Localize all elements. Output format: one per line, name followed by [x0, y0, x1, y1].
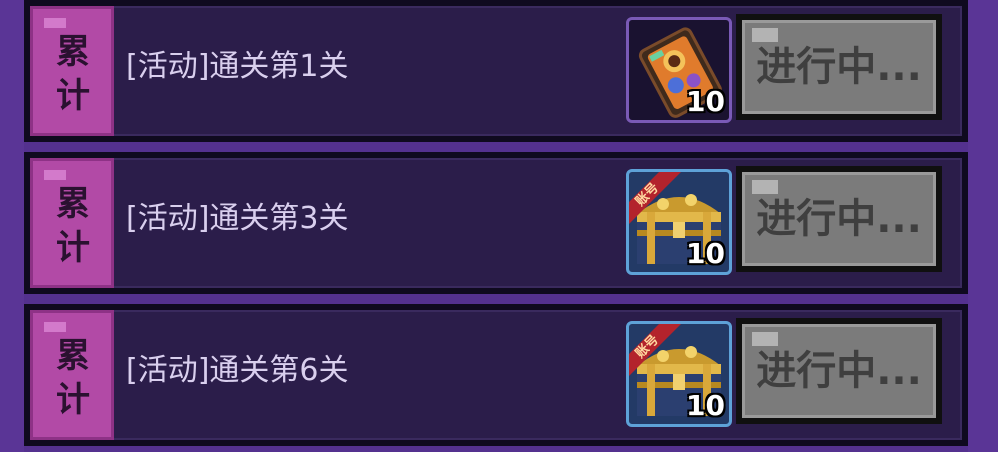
cumulative-tag: 累计	[30, 310, 114, 440]
reward-count: 10	[686, 389, 725, 422]
reward-item[interactable]: 账号 10	[626, 169, 732, 275]
tag-label: 累计	[56, 184, 90, 268]
reward-count: 10	[686, 237, 725, 270]
status-label: 进行中...	[756, 196, 922, 242]
in-progress-button[interactable]: 进行中...	[736, 318, 942, 424]
tag-label: 累计	[56, 32, 90, 116]
reward-item[interactable]: 账号 10	[626, 321, 732, 427]
task-row: 累计 [活动]通关第3关 账号 10 进行中...	[24, 152, 968, 294]
in-progress-button[interactable]: 进行中...	[736, 166, 942, 272]
reward-count: 10	[686, 85, 725, 118]
reward-item[interactable]: 10	[626, 17, 732, 123]
status-label: 进行中...	[756, 44, 922, 90]
cumulative-tag: 累计	[30, 158, 114, 288]
task-title: [活动]通关第1关	[126, 49, 349, 84]
in-progress-button[interactable]: 进行中...	[736, 14, 942, 120]
tag-highlight	[44, 170, 66, 180]
task-row: 累计 [活动]通关第6关 账号 10 进行中...	[24, 304, 968, 446]
task-list: 累计 [活动]通关第1关 10 进行中... 累计 [活动]通关第3关 账号 1…	[0, 0, 998, 452]
task-title: [活动]通关第6关	[126, 353, 349, 388]
task-row: 累计 [活动]通关第1关 10 进行中...	[24, 0, 968, 142]
cumulative-tag: 累计	[30, 6, 114, 136]
status-label: 进行中...	[756, 348, 922, 394]
task-title: [活动]通关第3关	[126, 201, 349, 236]
tag-highlight	[44, 322, 66, 332]
tag-label: 累计	[56, 336, 90, 420]
tag-highlight	[44, 18, 66, 28]
